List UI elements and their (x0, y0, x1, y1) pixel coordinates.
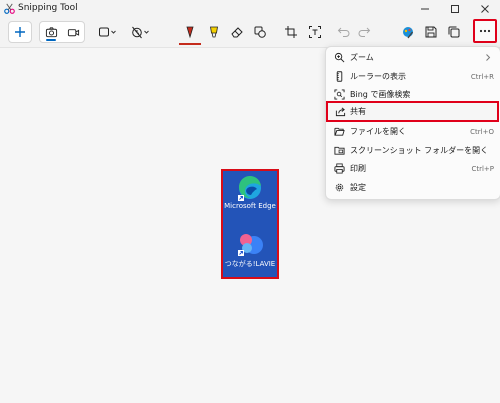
copy-icon (448, 26, 460, 38)
eraser-icon (231, 27, 243, 38)
screenshot-folder-icon (334, 146, 345, 155)
menu-item-zoom[interactable]: ズーム (328, 49, 498, 67)
video-icon (67, 28, 79, 36)
ruler-icon (336, 71, 343, 82)
snip-shape-dropdown[interactable] (96, 21, 120, 43)
camera-icon (45, 26, 57, 37)
menu-item-settings[interactable]: 設定 (328, 179, 498, 197)
save-icon (425, 26, 437, 38)
crop-icon (285, 26, 297, 38)
open-folder-icon (334, 127, 345, 136)
minimize-button[interactable] (410, 0, 440, 17)
lavie-shortcut-icon (238, 234, 263, 256)
redo-button[interactable] (354, 21, 374, 43)
menu-item-print[interactable]: 印刷 Ctrl+P (328, 160, 498, 178)
menu-item-open-file[interactable]: ファイルを開く Ctrl+O (328, 123, 498, 141)
captured-screenshot: Microsoft Edge つながる!LAVIE (221, 169, 279, 279)
ballpoint-pen-icon (186, 26, 194, 39)
text-actions-button[interactable] (304, 21, 326, 43)
window-title: Snipping Tool (18, 3, 78, 13)
plus-icon (15, 27, 25, 37)
highlighter-icon (210, 26, 218, 38)
menu-item-open-screenshot-folder[interactable]: スクリーンショット フォルダーを開く (328, 142, 498, 160)
zoom-icon (334, 52, 345, 63)
copy-button[interactable] (443, 21, 465, 43)
title-bar: Snipping Tool (0, 0, 500, 17)
redo-icon (358, 27, 371, 37)
crop-button[interactable] (280, 21, 302, 43)
snip-mode-button[interactable] (40, 22, 62, 42)
visual-search-icon (334, 89, 345, 100)
minimize-icon (421, 8, 429, 9)
highlighter-button[interactable] (203, 21, 225, 43)
record-mode-button[interactable] (62, 22, 84, 42)
undo-button[interactable] (334, 21, 354, 43)
print-icon (334, 163, 345, 174)
delay-timer-icon (132, 26, 149, 39)
edge-shortcut-label: Microsoft Edge (224, 202, 276, 210)
menu-item-share[interactable]: 共有 (326, 101, 499, 122)
eraser-button[interactable] (226, 21, 248, 43)
see-more-menu: ズーム ルーラーの表示 Ctrl+R Bing で画像検索 共有 ファイルを開く… (325, 46, 500, 200)
lavie-shortcut-label: つながる!LAVIE (224, 260, 276, 268)
delay-timer-dropdown[interactable] (129, 21, 153, 43)
see-more-button[interactable] (473, 19, 497, 43)
maximize-button[interactable] (440, 0, 470, 17)
maximize-icon (451, 4, 459, 13)
edit-in-paint-button[interactable] (397, 21, 419, 43)
settings-icon (335, 183, 344, 192)
rectangle-mode-icon (99, 27, 116, 37)
chevron-right-icon (486, 54, 491, 61)
menu-item-ruler[interactable]: ルーラーの表示 Ctrl+R (328, 68, 498, 86)
undo-icon (337, 27, 350, 37)
toolbar (0, 17, 500, 48)
save-button[interactable] (420, 21, 442, 43)
text-actions-icon (309, 26, 321, 38)
snipping-tool-app-icon (4, 3, 15, 14)
paint-app-icon (403, 27, 414, 39)
more-icon (479, 29, 491, 33)
close-button[interactable] (470, 0, 500, 17)
new-snip-button[interactable] (8, 21, 32, 43)
capture-mode-toggle (39, 21, 85, 43)
share-icon (335, 107, 346, 117)
shapes-button[interactable] (249, 21, 271, 43)
edge-shortcut-icon (238, 175, 261, 201)
shapes-icon (254, 26, 266, 38)
ballpoint-pen-button[interactable] (179, 21, 201, 45)
close-icon (481, 4, 489, 13)
